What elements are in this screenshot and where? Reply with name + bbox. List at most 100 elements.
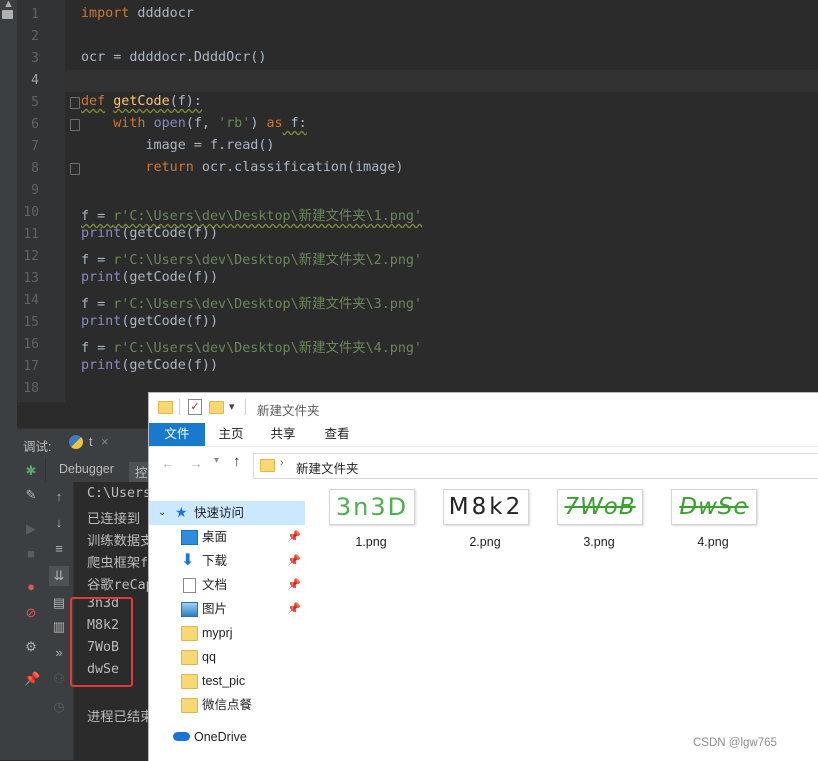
nav-label: 文档 <box>202 578 228 592</box>
nav-item-desktop[interactable]: 桌面 📌 <box>149 525 305 549</box>
keyword: import <box>81 6 130 21</box>
back-arrow-icon[interactable]: ← <box>161 455 175 471</box>
nav-item-wechat-order[interactable]: 微信点餐 <box>149 693 305 717</box>
code-line-6[interactable]: with open(f, 'rb') as f: <box>81 116 307 131</box>
bug-icon[interactable]: ✱ <box>24 464 38 478</box>
tab-home[interactable]: 主页 <box>213 423 249 446</box>
nav-item-test-pic[interactable]: test_pic <box>149 669 305 693</box>
code-line-8[interactable]: return ocr.classification(image) <box>81 160 404 175</box>
nav-label: 快速访问 <box>194 506 245 520</box>
nav-label: test_pic <box>202 674 246 688</box>
chevron-down-icon[interactable]: ⌄ <box>158 501 166 525</box>
chevron-right-icon[interactable]: › <box>280 457 284 469</box>
code-line-13[interactable]: print(getCode(f)) <box>81 270 218 285</box>
tab-debugger[interactable]: Debugger <box>59 462 114 476</box>
line-number: 12 <box>23 249 39 264</box>
code-text: ) <box>250 116 267 131</box>
breakpoints-icon[interactable]: ● <box>24 580 38 594</box>
tab-console[interactable]: 控 <box>135 462 148 481</box>
tab-file[interactable]: 文件 <box>149 423 205 446</box>
chevron-down-icon[interactable]: ▾ <box>229 400 235 413</box>
nav-item-qq[interactable]: qq <box>149 645 305 669</box>
console-line: 谷歌reCap <box>87 578 154 593</box>
line-number: 4 <box>31 73 39 88</box>
star-icon: ★ <box>175 504 188 520</box>
file-item-4[interactable]: DwSe 4.png <box>663 489 763 549</box>
show-python-prompt-icon[interactable]: » <box>52 646 66 660</box>
code-line-14[interactable]: f = r'C:\Users\dev\Desktop\新建文件夹\3.png' <box>81 292 422 312</box>
debug-run-tab[interactable]: t <box>89 435 92 449</box>
arrow-down-icon[interactable]: ↓ <box>52 516 66 530</box>
nav-label: 下载 <box>202 554 228 568</box>
new-folder-icon[interactable] <box>209 401 224 414</box>
captcha-image: DwSe <box>679 494 749 520</box>
pictures-icon <box>181 602 198 617</box>
cloud-icon <box>173 732 190 741</box>
pin-icon[interactable]: 📌 <box>287 549 301 573</box>
line-number: 2 <box>31 29 39 44</box>
properties-icon[interactable]: ✓ <box>188 399 202 415</box>
nav-item-myprj[interactable]: myprj <box>149 621 305 645</box>
nav-item-onedrive[interactable]: OneDrive <box>149 725 305 749</box>
arrow-up-icon[interactable]: ↑ <box>52 490 66 504</box>
fold-marker-icon[interactable] <box>70 97 80 109</box>
nav-label: 微信点餐 <box>202 698 253 712</box>
gear-icon[interactable]: ⚙ <box>24 640 38 654</box>
tab-share[interactable]: 共享 <box>265 423 301 446</box>
fold-marker-icon[interactable] <box>70 163 80 175</box>
close-icon[interactable]: × <box>101 434 109 449</box>
code-line-17[interactable]: print(getCode(f)) <box>81 358 218 373</box>
nav-item-downloads[interactable]: ⬇ 下载 📌 <box>149 549 305 573</box>
code-line-5[interactable]: def getCode(f): <box>81 94 202 109</box>
fold-marker-icon[interactable] <box>70 119 80 131</box>
pin-icon[interactable]: 📌 <box>287 597 301 621</box>
file-item-1[interactable]: 3n3D 1.png <box>321 489 421 549</box>
captcha-image: 3n3D <box>335 493 409 521</box>
code-line-7[interactable]: image = f.read() <box>81 138 275 153</box>
code-line-3[interactable]: ocr = ddddocr.DdddOcr() <box>81 50 266 65</box>
nav-item-documents[interactable]: 文档 📌 <box>149 573 305 597</box>
file-item-3[interactable]: 7WoB 3.png <box>549 489 649 549</box>
trash-icon[interactable]: ▥ <box>52 620 66 634</box>
address-text: 新建文件夹 <box>296 462 359 476</box>
pin-icon[interactable]: 📌 <box>287 573 301 597</box>
folder-icon[interactable] <box>2 10 13 19</box>
code-line-16[interactable]: f = r'C:\Users\dev\Desktop\新建文件夹\4.png' <box>81 336 422 356</box>
scroll-to-end-icon[interactable]: ⇊ <box>52 569 66 583</box>
recent-chevron-icon[interactable]: ▾ <box>214 455 219 466</box>
nav-item-pictures[interactable]: 图片 📌 <box>149 597 305 621</box>
address-bar[interactable]: › 新建文件夹 <box>253 453 818 479</box>
file-name: 2.png <box>469 535 501 549</box>
stop-icon[interactable]: ■ <box>24 547 38 561</box>
print-icon[interactable]: ▤ <box>52 596 66 610</box>
code-line-10[interactable]: f = r'C:\Users\dev\Desktop\新建文件夹\1.png' <box>81 204 422 224</box>
divider <box>179 399 180 415</box>
code-line-11[interactable]: print(getCode(f)) <box>81 226 218 241</box>
code-text: f = <box>81 297 114 312</box>
ide-left-toolbar: ▲ <box>0 0 18 760</box>
soft-wrap-icon[interactable]: ≡ <box>52 542 66 556</box>
resume-icon[interactable]: ▶ <box>24 522 38 536</box>
keyword: return <box>145 160 194 175</box>
up-arrow-icon[interactable]: ↑ <box>233 453 241 470</box>
tab-view[interactable]: 查看 <box>319 423 355 446</box>
file-item-2[interactable]: M8k2 2.png <box>435 489 535 549</box>
code-text: (getCode(f)) <box>121 270 219 285</box>
forward-arrow-icon[interactable]: → <box>189 455 203 471</box>
clock-icon[interactable]: ◷ <box>52 700 66 714</box>
captcha-image: M8k2 <box>448 494 524 520</box>
code-line-1[interactable]: import ddddocr <box>81 6 194 21</box>
mute-breakpoints-icon[interactable]: ⊘ <box>24 606 38 620</box>
arrow-up-icon[interactable]: ▲ <box>3 0 14 10</box>
code-text: f = <box>81 209 114 224</box>
pin-icon[interactable]: 📌 <box>287 525 301 549</box>
wrench-icon[interactable]: ✎ <box>24 488 38 502</box>
attach-icon[interactable]: ⚇ <box>52 672 66 686</box>
pin-icon[interactable]: 📌 <box>24 672 40 686</box>
code-line-12[interactable]: f = r'C:\Users\dev\Desktop\新建文件夹\2.png' <box>81 248 422 268</box>
nav-item-quick-access[interactable]: ⌄ ★ 快速访问 <box>149 501 305 525</box>
image-thumbnail: 3n3D <box>329 489 415 525</box>
builtin: print <box>81 314 122 329</box>
line-number: 13 <box>23 271 39 286</box>
code-line-15[interactable]: print(getCode(f)) <box>81 314 218 329</box>
